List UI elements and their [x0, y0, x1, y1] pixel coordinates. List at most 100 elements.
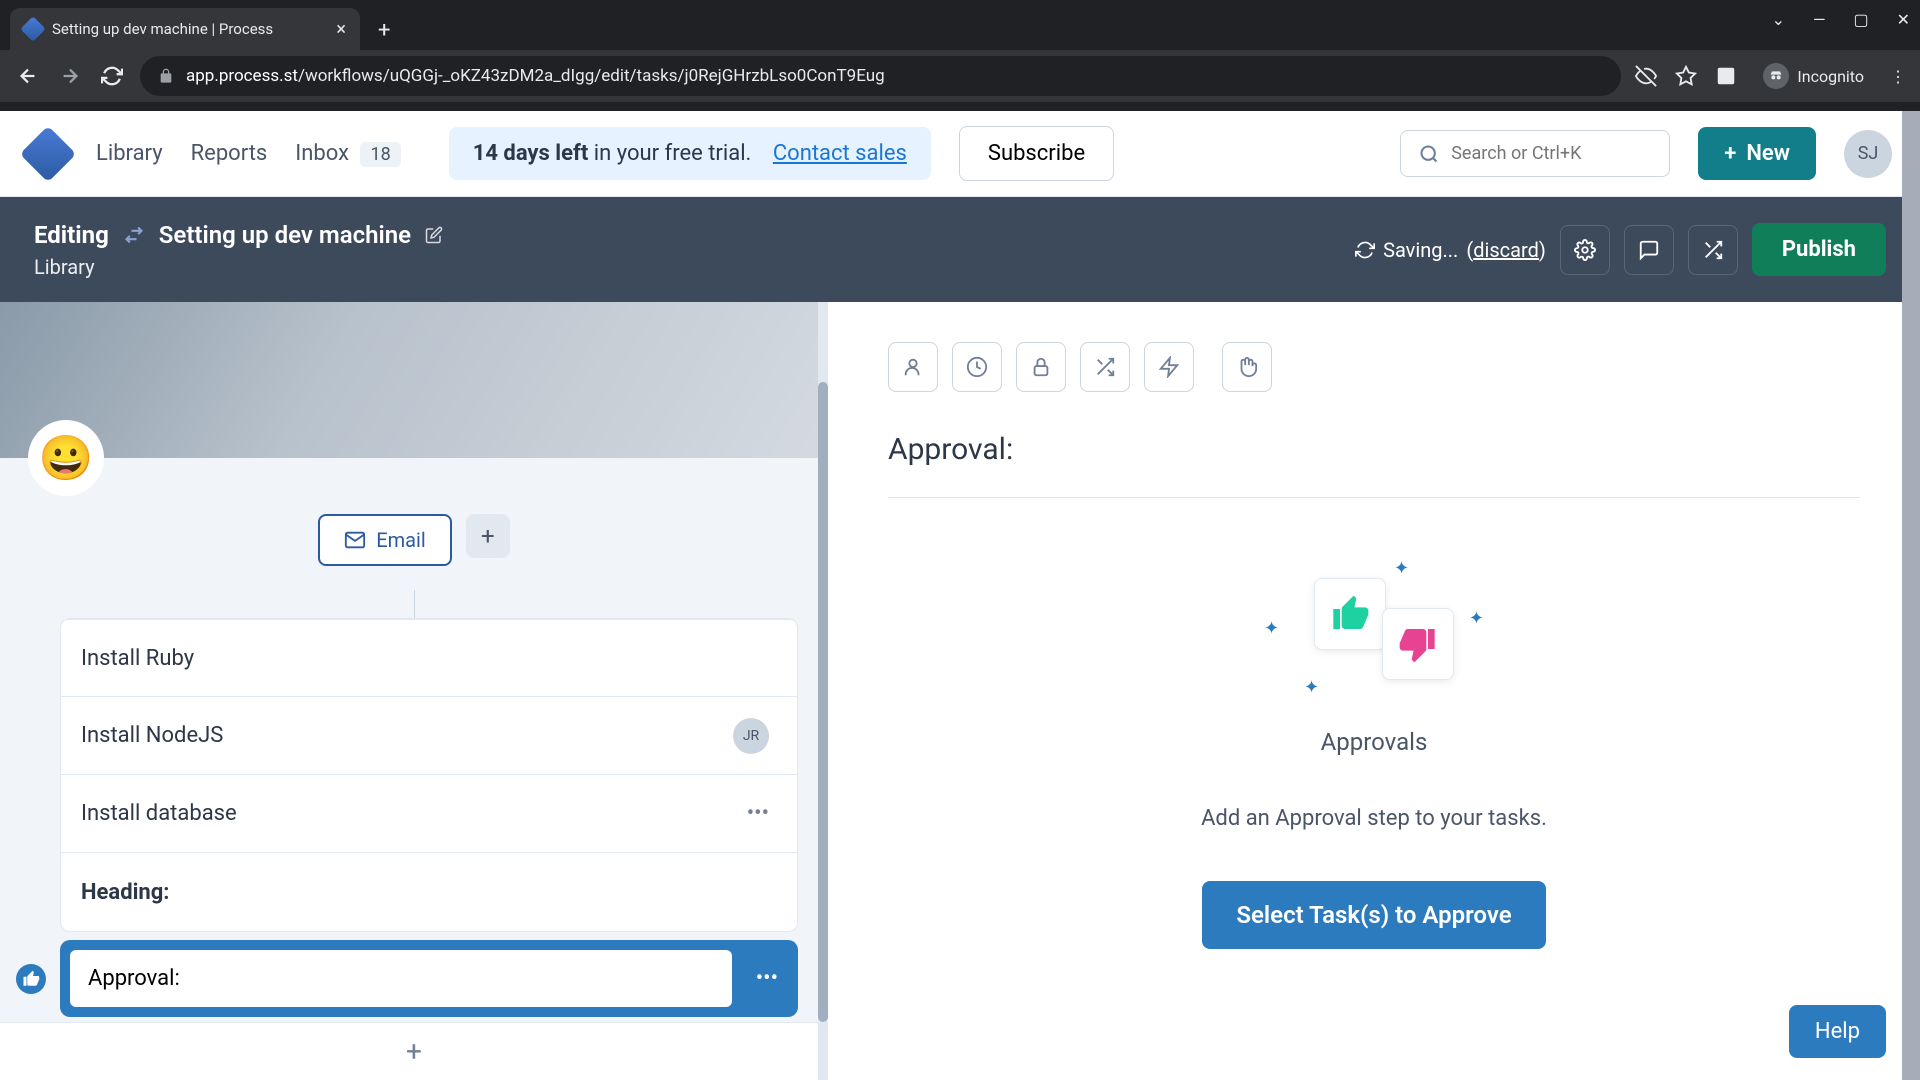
edit-name-icon[interactable]	[425, 226, 443, 244]
automations-button[interactable]	[1144, 342, 1194, 392]
forward-button[interactable]	[56, 62, 84, 90]
tab-close-icon[interactable]: ×	[336, 19, 346, 40]
shuffle-button[interactable]	[1688, 225, 1738, 275]
search-input[interactable]	[1451, 143, 1651, 164]
connector-line	[414, 590, 415, 618]
trial-days: 14 days left	[473, 141, 589, 166]
add-trigger-button[interactable]: +	[466, 514, 510, 558]
app-header: Library Reports Inbox 18 14 days left in…	[0, 111, 1920, 197]
task-tool-row	[888, 342, 1860, 392]
thumb-up-icon	[16, 964, 46, 994]
task-name: Install Ruby	[61, 646, 777, 671]
approval-task-row[interactable]: •••	[60, 940, 798, 1017]
minimize-icon[interactable]: —	[1813, 10, 1826, 29]
task-row[interactable]: 4 Heading:	[61, 853, 797, 931]
right-panel: Approval: ✦ ✦ ✦ ✦ Approvals Add an Appro…	[828, 302, 1920, 1080]
breadcrumb[interactable]: Library	[34, 255, 443, 279]
approval-more-icon[interactable]: •••	[746, 966, 788, 991]
approval-name-input[interactable]	[70, 950, 732, 1007]
task-list: 1 Install Ruby 2 ✋ Install NodeJS JR Ins…	[0, 618, 828, 1022]
approvals-empty-state: ✦ ✦ ✦ ✦ Approvals Add an Approval step t…	[888, 548, 1860, 949]
task-row[interactable]: 2 ✋ Install NodeJS JR	[61, 697, 797, 775]
left-panel: 😀 Email + 1 Install Ruby 2 ✋ Install Nod…	[0, 302, 828, 1080]
saving-status: Saving... (discard)	[1355, 238, 1546, 262]
app-logo-icon[interactable]	[20, 125, 77, 182]
discard-link[interactable]: discard	[1473, 238, 1539, 262]
workflow-name: Setting up dev machine	[159, 221, 411, 249]
thumb-up-illustration-icon	[1314, 578, 1386, 650]
sparkle-icon: ✦	[1394, 558, 1409, 579]
email-button-label: Email	[376, 528, 426, 552]
assignee-avatar[interactable]: JR	[733, 718, 769, 754]
search-box[interactable]	[1400, 130, 1670, 177]
editing-label: Editing	[34, 221, 109, 249]
new-tab-button[interactable]: +	[360, 18, 408, 43]
contact-sales-link[interactable]: Contact sales	[773, 141, 907, 166]
incognito-badge[interactable]: Incognito	[1755, 59, 1872, 93]
page-scrollbar[interactable]	[1902, 111, 1920, 1080]
nav-inbox[interactable]: Inbox 18	[295, 141, 400, 166]
permissions-button[interactable]	[1016, 342, 1066, 392]
add-task-button[interactable]: +	[0, 1022, 828, 1080]
menu-dots-icon[interactable]: ⋮	[1890, 67, 1906, 86]
editing-bar: Editing Setting up dev machine Library S…	[0, 197, 1920, 302]
task-title: Approval:	[888, 432, 1860, 467]
cover-image[interactable]: 😀	[0, 302, 828, 458]
nav-inbox-label: Inbox	[295, 141, 349, 166]
help-button[interactable]: Help	[1789, 1005, 1886, 1058]
workflow-emoji[interactable]: 😀	[28, 420, 104, 496]
address-bar: app.process.st/workflows/uQGGj-_oKZ43zDM…	[0, 50, 1920, 102]
workflow-icon	[123, 224, 145, 246]
nav-reports[interactable]: Reports	[191, 141, 268, 166]
lock-icon	[158, 68, 174, 84]
trial-banner: 14 days left in your free trial. Contact…	[449, 127, 931, 180]
due-date-button[interactable]	[952, 342, 1002, 392]
browser-tab[interactable]: Setting up dev machine | Process ×	[10, 8, 360, 50]
envelope-icon	[344, 529, 366, 551]
window-controls: ⌄ — ▢ ✕	[1772, 10, 1910, 29]
task-more-icon[interactable]: •••	[739, 801, 777, 826]
sync-icon	[1355, 240, 1375, 260]
left-scrollbar[interactable]	[818, 302, 828, 1080]
approvals-heading: Approvals	[1321, 728, 1428, 756]
main-content: 😀 Email + 1 Install Ruby 2 ✋ Install Nod…	[0, 302, 1920, 1080]
inbox-count-badge: 18	[360, 142, 400, 167]
maximize-icon[interactable]: ▢	[1853, 10, 1868, 29]
conditional-button[interactable]	[1080, 342, 1130, 392]
email-button[interactable]: Email	[318, 514, 452, 566]
sparkle-icon: ✦	[1469, 608, 1484, 629]
approvals-description: Add an Approval step to your tasks.	[1201, 806, 1547, 831]
url-box[interactable]: app.process.st/workflows/uQGGj-_oKZ43zDM…	[140, 56, 1621, 96]
saving-label: Saving...	[1383, 238, 1458, 262]
search-icon	[1419, 144, 1439, 164]
comments-button[interactable]	[1624, 225, 1674, 275]
nav-library[interactable]: Library	[96, 141, 163, 166]
incognito-label: Incognito	[1797, 67, 1864, 86]
url-text: app.process.st/workflows/uQGGj-_oKZ43zDM…	[186, 66, 885, 86]
subscribe-button[interactable]: Subscribe	[959, 126, 1114, 181]
browser-chrome: Setting up dev machine | Process × + ⌄ —…	[0, 0, 1920, 111]
task-row[interactable]: Install database •••	[61, 775, 797, 853]
eye-off-icon[interactable]	[1635, 65, 1657, 87]
chevron-down-icon[interactable]: ⌄	[1772, 10, 1785, 29]
settings-button[interactable]	[1560, 225, 1610, 275]
user-avatar[interactable]: SJ	[1844, 130, 1892, 178]
back-button[interactable]	[14, 62, 42, 90]
close-window-icon[interactable]: ✕	[1897, 10, 1910, 29]
trial-rest: in your free trial.	[588, 141, 751, 166]
task-row[interactable]: 1 Install Ruby	[61, 619, 797, 697]
incognito-icon	[1763, 63, 1789, 89]
thumb-down-illustration-icon	[1382, 608, 1454, 680]
star-icon[interactable]	[1675, 65, 1697, 87]
extensions-icon[interactable]	[1715, 65, 1737, 87]
task-name: Install database	[61, 801, 739, 826]
publish-button[interactable]: Publish	[1752, 223, 1886, 276]
select-tasks-button[interactable]: Select Task(s) to Approve	[1202, 881, 1545, 949]
stop-button[interactable]	[1222, 342, 1272, 392]
assign-button[interactable]	[888, 342, 938, 392]
task-name: Heading:	[61, 880, 777, 905]
reload-button[interactable]	[98, 62, 126, 90]
browser-right-icons: Incognito ⋮	[1635, 59, 1906, 93]
task-name: Install NodeJS	[61, 723, 733, 748]
new-button[interactable]: + New	[1698, 127, 1816, 180]
